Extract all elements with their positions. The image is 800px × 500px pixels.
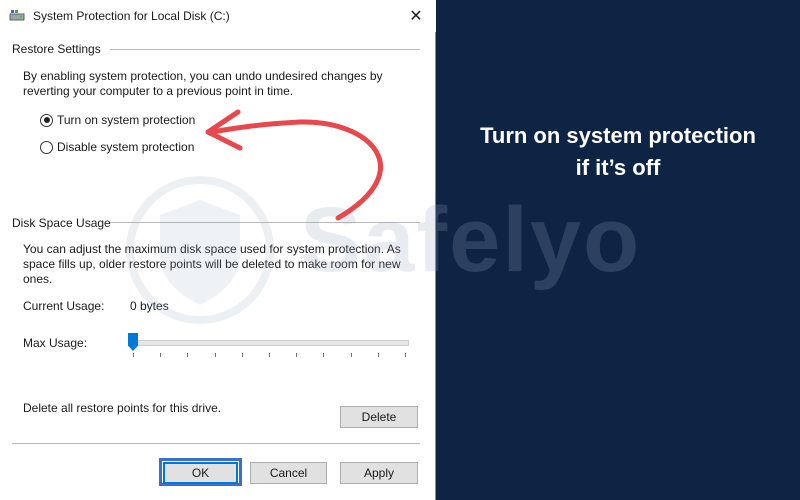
- slider-tick: [296, 353, 298, 357]
- slider-tick: [187, 353, 189, 357]
- slider-tick: [133, 353, 134, 357]
- caption-line-1: Turn on system protection: [480, 123, 756, 148]
- delete-button[interactable]: Delete: [340, 406, 418, 428]
- slider-tick: [241, 353, 243, 357]
- disk-space-description: You can adjust the maximum disk space us…: [23, 242, 401, 287]
- max-usage-slider-thumb[interactable]: [128, 333, 138, 351]
- window-title: System Protection for Local Disk (C:): [33, 9, 230, 23]
- restore-description-line-1: By enabling system protection, you can u…: [23, 69, 383, 83]
- disk-space-heading: Disk Space Usage: [12, 216, 111, 230]
- section-divider: [110, 222, 420, 223]
- radio-disable-protection[interactable]: Disable system protection: [40, 140, 194, 154]
- restore-settings-heading: Restore Settings: [12, 42, 101, 56]
- slider-tick: [377, 353, 379, 357]
- radio-label-turn-on: Turn on system protection: [57, 113, 196, 127]
- radio-label-disable: Disable system protection: [57, 140, 195, 154]
- cancel-button[interactable]: Cancel: [250, 462, 327, 484]
- current-usage-label: Current Usage:: [23, 299, 105, 313]
- drive-icon: [9, 10, 25, 21]
- caption: Turn on system protection if it’s off: [436, 120, 800, 184]
- caption-line-2: if it’s off: [575, 155, 661, 180]
- system-protection-dialog: System Protection for Local Disk (C:) ✕ …: [0, 0, 436, 500]
- close-button[interactable]: ✕: [396, 0, 436, 32]
- slider-tick: [323, 353, 325, 357]
- current-usage-value: 0 bytes: [130, 299, 169, 313]
- slider-tick: [214, 353, 216, 357]
- slider-tick: [350, 353, 352, 357]
- slider-tick: [269, 353, 270, 357]
- radio-button-unchecked[interactable]: [40, 140, 53, 154]
- title-bar: System Protection for Local Disk (C:) ✕: [0, 0, 436, 32]
- max-usage-slider-track[interactable]: [131, 340, 409, 346]
- radio-turn-on-protection[interactable]: Turn on system protection: [40, 113, 195, 127]
- footer-divider: [12, 443, 420, 444]
- ok-button[interactable]: OK: [163, 462, 238, 484]
- restore-description-line-2: reverting your computer to a previous po…: [23, 84, 294, 98]
- delete-restore-points-text: Delete all restore points for this drive…: [23, 401, 222, 415]
- disk-description-line-3: ones.: [23, 272, 53, 286]
- slider-tick: [405, 353, 406, 357]
- disk-description-line-1: You can adjust the maximum disk space us…: [23, 242, 401, 256]
- section-divider: [110, 49, 420, 50]
- restore-description: By enabling system protection, you can u…: [23, 69, 383, 99]
- disk-description-line-2: space fills up, older restore points wil…: [23, 257, 401, 271]
- max-usage-label: Max Usage:: [23, 336, 88, 350]
- radio-button-checked[interactable]: [40, 113, 53, 127]
- slider-tick: [160, 353, 162, 357]
- close-icon: ✕: [409, 8, 423, 25]
- apply-button[interactable]: Apply: [340, 462, 418, 484]
